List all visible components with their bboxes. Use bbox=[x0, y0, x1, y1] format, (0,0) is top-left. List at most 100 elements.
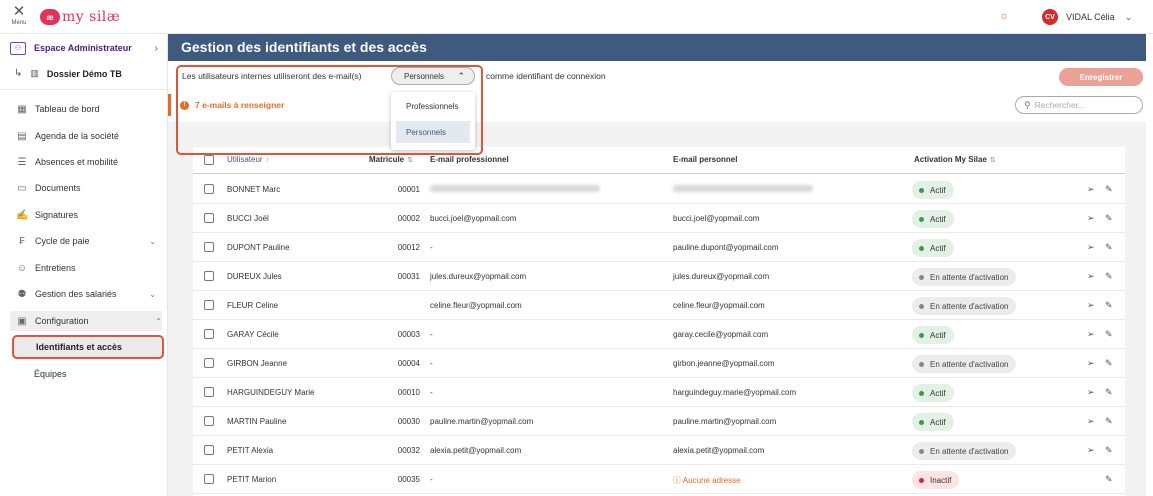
send-invite-icon[interactable]: ➢ bbox=[1087, 213, 1095, 224]
sidebar-subitem-label: Identifiants et accès bbox=[36, 342, 123, 352]
send-invite-icon[interactable]: ➢ bbox=[1087, 445, 1095, 456]
sidebar-item-label: Gestion des salariés bbox=[35, 289, 117, 299]
sort-icon: ⇅ bbox=[407, 157, 413, 164]
email-perso-redacted bbox=[673, 185, 813, 194]
send-invite-icon[interactable]: ➢ bbox=[1087, 184, 1095, 195]
search-box[interactable]: ⚲ bbox=[1015, 96, 1143, 114]
row-checkbox[interactable] bbox=[204, 184, 214, 194]
dossier-label: Dossier Démo TB bbox=[46, 68, 122, 79]
send-invite-icon[interactable]: ➢ bbox=[1087, 387, 1095, 398]
avatar: CV bbox=[1042, 9, 1058, 25]
email-pro: alexia.petit@yopmail.com bbox=[430, 446, 522, 455]
row-checkbox[interactable] bbox=[204, 213, 214, 223]
row-checkbox[interactable] bbox=[204, 242, 214, 252]
status-badge: Actif bbox=[912, 210, 954, 228]
save-button[interactable]: Enregistrer bbox=[1059, 68, 1143, 86]
table-row[interactable]: DUREUX Jules 00031 jules.dureux@yopmail.co… bbox=[193, 262, 1125, 291]
send-invite-icon[interactable]: ➢ bbox=[1087, 300, 1095, 311]
signature-icon: ✍ bbox=[16, 209, 29, 221]
row-checkbox[interactable] bbox=[204, 329, 214, 339]
espace-switcher[interactable]: ⚇ Espace Administrateur › bbox=[10, 40, 158, 56]
sidebar-item-configuration[interactable]: ▣ Configuration ⌃ bbox=[10, 311, 162, 331]
edit-pencil-icon[interactable]: ✎ bbox=[1105, 474, 1113, 485]
edit-pencil-icon[interactable]: ✎ bbox=[1105, 213, 1113, 224]
email-perso: alexia.petit@yopmail.com bbox=[673, 446, 765, 455]
status-dot bbox=[919, 303, 924, 309]
sidebar-item-entretiens[interactable]: ☺ Entretiens bbox=[16, 258, 156, 278]
chevron-down-icon: ⌄ bbox=[149, 289, 156, 299]
menu-button[interactable]: ✕ Menu bbox=[6, 4, 32, 32]
table-row[interactable]: BONNET Marc 00001 Actif ➢ ✎ bbox=[193, 175, 1125, 204]
sidebar-subitem-identifiants[interactable]: Identifiants et accès bbox=[12, 335, 164, 359]
calendar-icon: ▤ bbox=[17, 130, 27, 142]
table-row[interactable]: GIRBON Jeanne 00004 - girbon.jeanne@yopmail… bbox=[193, 349, 1125, 378]
row-checkbox[interactable] bbox=[204, 300, 214, 310]
sort-icon: ↑ bbox=[265, 157, 270, 164]
sidebar-item-cycle-de-paie[interactable]: ₣ Cycle de paie ⌄ bbox=[16, 231, 156, 251]
table-row[interactable]: PETIT Marion 00035 - ⓘ Aucune adresse Inacti… bbox=[193, 465, 1125, 494]
row-checkbox[interactable] bbox=[204, 445, 214, 455]
table-row[interactable]: PETIT Alexia 00032 alexia.petit@yopmail.co… bbox=[193, 436, 1125, 465]
sidebar-item-tableau-de-bord[interactable]: ▦ Tableau de bord bbox=[16, 99, 156, 119]
status-text: En attente d'activation bbox=[930, 301, 1009, 311]
user-menu[interactable]: CV VIDAL Célia ⌄ bbox=[1042, 9, 1132, 25]
table-row[interactable]: GARAY Cécile 00003 - garay.cecile@yopmail.c… bbox=[193, 320, 1125, 349]
table-row[interactable]: DUPONT Pauline 00012 - pauline.dupont@yopma… bbox=[193, 233, 1125, 262]
edit-pencil-icon[interactable]: ✎ bbox=[1105, 184, 1113, 195]
warning-icon: ! bbox=[180, 100, 189, 110]
send-invite-icon[interactable]: ➢ bbox=[1087, 416, 1095, 427]
list-icon: ☰ bbox=[17, 156, 27, 168]
option-personnels[interactable]: Personnels bbox=[396, 121, 470, 143]
table-row[interactable]: HARGUINDEGUY Marie 00010 - harguindeguy.mar… bbox=[193, 378, 1125, 407]
edit-pencil-icon[interactable]: ✎ bbox=[1105, 271, 1113, 282]
edit-pencil-icon[interactable]: ✎ bbox=[1105, 387, 1113, 398]
status-text: En attente d'activation bbox=[930, 446, 1009, 456]
row-checkbox[interactable] bbox=[204, 387, 214, 397]
user-name: HARGUINDEGUY Marie bbox=[227, 388, 315, 397]
sidebar-item-gestion-salaries[interactable]: ⚉ Gestion des salariés ⌄ bbox=[16, 284, 156, 304]
edit-pencil-icon[interactable]: ✎ bbox=[1105, 358, 1113, 369]
sidebar: ⚇ Espace Administrateur › ↳ ▥ Dossier Dé… bbox=[0, 34, 168, 496]
menu-label: Menu bbox=[11, 20, 27, 26]
send-invite-icon[interactable]: ➢ bbox=[1087, 271, 1095, 282]
row-checkbox[interactable] bbox=[204, 358, 214, 368]
sidebar-subitem-equipes[interactable]: Équipes bbox=[12, 362, 164, 386]
app-logo[interactable]: æ my silæ bbox=[40, 7, 120, 27]
col-user[interactable]: Utilisateur ↑ bbox=[227, 155, 269, 164]
interview-icon: ☺ bbox=[16, 262, 28, 274]
search-input[interactable] bbox=[1034, 100, 1135, 110]
sidebar-item-agenda[interactable]: ▤ Agenda de la société bbox=[16, 126, 156, 146]
sidebar-item-signatures[interactable]: ✍ Signatures bbox=[16, 205, 156, 225]
user-name: FLEUR Celine bbox=[227, 301, 279, 310]
table-row[interactable]: FLEUR Celine celine.fleur@yopmail.com celi… bbox=[193, 291, 1125, 320]
option-professionnels[interactable]: Professionnels bbox=[396, 95, 470, 117]
email-pro: pauline.martin@yopmail.com bbox=[430, 417, 534, 426]
edit-pencil-icon[interactable]: ✎ bbox=[1105, 416, 1113, 427]
user-name: DUREUX Jules bbox=[227, 272, 282, 281]
sidebar-item-label: Documents bbox=[35, 183, 81, 193]
table-row[interactable]: MARTIN Pauline 00030 pauline.martin@yopmai… bbox=[193, 407, 1125, 436]
send-invite-icon[interactable]: ➢ bbox=[1087, 329, 1095, 340]
top-bar: ✕ Menu æ my silæ ☼ CV VIDAL Célia ⌄ bbox=[0, 0, 1153, 34]
col-matricule[interactable]: Matricule ⇅ bbox=[369, 155, 413, 164]
sidebar-item-absences[interactable]: ☰ Absences et mobilité bbox=[16, 152, 156, 172]
status-text: Inactif bbox=[930, 475, 952, 485]
status-dot bbox=[919, 274, 924, 280]
table-row[interactable]: BUCCI Joël 00002 bucci.joel@yopmail.com buc… bbox=[193, 204, 1125, 233]
sidebar-item-documents[interactable]: ▭ Documents bbox=[16, 178, 156, 198]
theme-sun-icon[interactable]: ☼ bbox=[999, 10, 1009, 22]
row-checkbox[interactable] bbox=[204, 416, 214, 426]
dossier-switcher[interactable]: ↳ ▥ Dossier Démo TB bbox=[14, 68, 122, 79]
col-activation[interactable]: Activation My Silae ⇅ bbox=[914, 155, 996, 164]
matricule: 00032 bbox=[397, 446, 420, 455]
send-invite-icon[interactable]: ➢ bbox=[1087, 358, 1095, 369]
edit-pencil-icon[interactable]: ✎ bbox=[1105, 445, 1113, 456]
send-invite-icon[interactable]: ➢ bbox=[1087, 242, 1095, 253]
edit-pencil-icon[interactable]: ✎ bbox=[1105, 242, 1113, 253]
row-checkbox[interactable] bbox=[204, 271, 214, 281]
edit-pencil-icon[interactable]: ✎ bbox=[1105, 300, 1113, 311]
row-checkbox[interactable] bbox=[204, 474, 214, 484]
select-all-checkbox[interactable] bbox=[204, 155, 214, 165]
email-type-select[interactable]: Personnels ⌃ bbox=[391, 67, 475, 85]
edit-pencil-icon[interactable]: ✎ bbox=[1105, 329, 1113, 340]
